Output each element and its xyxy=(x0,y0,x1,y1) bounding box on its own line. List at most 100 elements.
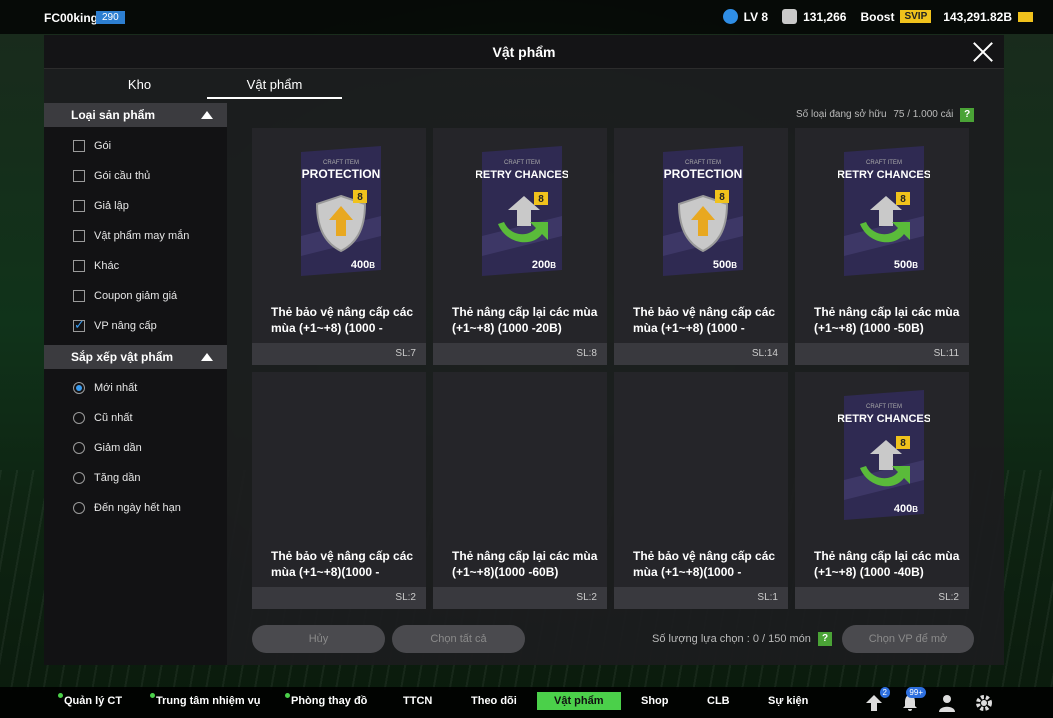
nav-label: Phòng thay đồ xyxy=(291,695,368,707)
item-unit: B xyxy=(550,261,556,270)
item-quantity: SL:1 xyxy=(614,587,788,609)
svg-text:400B: 400B xyxy=(351,259,375,271)
checkbox[interactable] xyxy=(73,200,85,212)
option-label: Gói cầu thủ xyxy=(94,170,151,182)
modal-title: Vật phẩm xyxy=(492,44,556,60)
checkbox-checked[interactable] xyxy=(73,317,85,333)
item-name: Thẻ bảo vệ nâng cấp các mùa (+1~+8) (100… xyxy=(271,305,414,335)
sort-option-het-han[interactable]: Đến ngày hết hạn xyxy=(73,498,181,518)
filter-option-vat-pham-may-man[interactable]: Vật phẩm may mắn xyxy=(73,226,189,246)
bell-icon[interactable]: 99+ xyxy=(900,687,926,713)
radio-selected[interactable] xyxy=(73,382,85,394)
craft-label: CRAFT ITEM xyxy=(866,404,902,410)
upgrade-icon[interactable]: 2 xyxy=(864,687,890,713)
craft-item-card-art: CRAFT ITEMPROTECTION 8 500B xyxy=(663,146,743,276)
tier-number: 8 xyxy=(900,438,906,449)
option-label: Mới nhất xyxy=(94,382,138,394)
item-quantity: SL:8 xyxy=(433,343,607,365)
section-label: Sắp xếp vật phẩm xyxy=(71,350,174,364)
sort-section-header[interactable]: Sắp xếp vật phẩm xyxy=(44,345,227,369)
item-card[interactable]: CRAFT ITEM RETRY CHANCES 8 200B Thẻ nâng cấp… xyxy=(433,128,607,365)
item-name: Thẻ bảo vệ nâng cấp các mùa (+1~+8)(1000… xyxy=(633,549,776,579)
item-quantity: SL:2 xyxy=(795,587,969,609)
item-amount: 500 xyxy=(894,259,912,271)
bottom-nav: Quản lý CT Trung tâm nhiệm vụ Phòng thay… xyxy=(0,687,1053,718)
filter-option-vp-nang-cap[interactable]: VP nâng cấp xyxy=(73,316,157,336)
checkbox[interactable] xyxy=(73,140,85,152)
open-selected-button[interactable]: Chọn VP để mở xyxy=(842,625,974,653)
option-label: Tăng dần xyxy=(94,472,141,484)
cancel-button[interactable]: Hủy xyxy=(252,625,385,653)
nav-vat-pham[interactable]: Vật phẩm xyxy=(537,692,621,710)
user-level-badge: 290 xyxy=(96,11,125,24)
level-text: LV 8 xyxy=(743,9,769,24)
radio[interactable] xyxy=(73,442,85,454)
nav-quan-ly-ct[interactable]: Quản lý CT xyxy=(58,693,123,707)
nav-su-kien[interactable]: Sự kiện xyxy=(768,695,808,707)
help-icon[interactable]: ? xyxy=(960,108,975,122)
item-card[interactable]: Thẻ bảo vệ nâng cấp các mùa (+1~+8)(1000… xyxy=(252,372,426,609)
item-card[interactable]: CRAFT ITEM RETRY CHANCES 8 400B Thẻ nâng cấp… xyxy=(795,372,969,609)
filter-option-khac[interactable]: Khác xyxy=(73,256,119,276)
item-card[interactable]: CRAFT ITEM PROTECTION 8 400B Thẻ bảo vệ nâng… xyxy=(252,128,426,365)
radio[interactable] xyxy=(73,412,85,424)
item-unit: B xyxy=(369,261,375,270)
select-all-button[interactable]: Chọn tất cả xyxy=(392,625,525,653)
badge-count: 99+ xyxy=(906,687,926,698)
nav-phong-thay-do[interactable]: Phòng thay đồ xyxy=(285,693,368,707)
filter-option-gia-lap[interactable]: Giả lập xyxy=(73,196,129,216)
owned-label: Số loại đang sở hữu xyxy=(796,109,887,120)
svg-text:200B: 200B xyxy=(532,259,556,271)
notification-dot xyxy=(285,693,290,698)
item-card[interactable]: Thẻ nâng cấp lại các mùa (+1~+8)(1000 -6… xyxy=(433,372,607,609)
sort-option-cu-nhat[interactable]: Cũ nhất xyxy=(73,408,133,428)
item-card[interactable]: Thẻ bảo vệ nâng cấp các mùa (+1~+8)(1000… xyxy=(614,372,788,609)
craft-item-card-art: CRAFT ITEM RETRY CHANCES 8 500B xyxy=(838,146,930,276)
profile-icon[interactable] xyxy=(937,693,957,713)
filter-option-coupon[interactable]: Coupon giảm giá xyxy=(73,286,177,306)
checkbox[interactable] xyxy=(73,170,85,182)
avatar-face-icon xyxy=(722,9,738,24)
radio[interactable] xyxy=(73,472,85,484)
help-icon[interactable]: ? xyxy=(818,632,832,646)
option-label: VP nâng cấp xyxy=(94,320,157,332)
option-label: Giả lập xyxy=(94,200,129,212)
nav-trung-tam-nhiem-vu[interactable]: Trung tâm nhiệm vụ xyxy=(150,693,261,707)
nav-theo-doi[interactable]: Theo dõi xyxy=(471,695,517,707)
checkbox[interactable] xyxy=(73,260,85,272)
tab-vat-pham[interactable]: Vật phẩm xyxy=(207,77,342,99)
item-quantity: SL:2 xyxy=(433,587,607,609)
settings-gear-icon[interactable] xyxy=(974,693,994,713)
tab-kho[interactable]: Kho xyxy=(72,77,207,92)
filter-option-goi-cau-thu[interactable]: Gói cầu thủ xyxy=(73,166,150,186)
close-icon[interactable] xyxy=(970,39,996,65)
item-name: Thẻ bảo vệ nâng cấp các mùa (+1~+8) (100… xyxy=(633,305,776,335)
nav-ttcn[interactable]: TTCN xyxy=(403,695,432,707)
sort-option-moi-nhat[interactable]: Mới nhất xyxy=(73,378,137,398)
svip-badge: SVIP xyxy=(900,10,932,23)
sort-option-tang-dan[interactable]: Tăng dần xyxy=(73,468,140,488)
item-name: Thẻ bảo vệ nâng cấp các mùa (+1~+8)(1000… xyxy=(271,549,414,579)
craft-item-card-art: CRAFT ITEMPROTECTION 8 400B xyxy=(301,146,381,276)
filter-option-goi[interactable]: Gói xyxy=(73,136,111,156)
nav-shop[interactable]: Shop xyxy=(641,695,669,707)
item-card[interactable]: CRAFT ITEM PROTECTION 8 500B Thẻ bảo vệ nâng… xyxy=(614,128,788,365)
owned-count-info: Số loại đang sở hữu 75 / 1.000 cái ? xyxy=(796,108,975,122)
radio[interactable] xyxy=(73,502,85,514)
item-amount: 400 xyxy=(351,259,369,271)
badge-count: 2 xyxy=(879,687,890,698)
nav-clb[interactable]: CLB xyxy=(707,695,730,707)
option-label: Giảm dần xyxy=(94,442,142,454)
option-label: Coupon giảm giá xyxy=(94,290,178,302)
nav-label: Quản lý CT xyxy=(64,695,123,707)
product-type-section-header[interactable]: Loại sản phẩm xyxy=(44,103,227,127)
option-label: Khác xyxy=(94,260,120,272)
item-quantity: SL:2 xyxy=(252,587,426,609)
item-type-label: RETRY CHANCES xyxy=(838,413,930,425)
team-shield-icon xyxy=(782,9,798,24)
item-card[interactable]: CRAFT ITEM RETRY CHANCES 8 500B Thẻ nâng cấp… xyxy=(795,128,969,365)
username[interactable]: FC00king xyxy=(44,11,98,25)
sort-option-giam-dan[interactable]: Giảm dần xyxy=(73,438,142,458)
checkbox[interactable] xyxy=(73,230,85,242)
checkbox[interactable] xyxy=(73,290,85,302)
